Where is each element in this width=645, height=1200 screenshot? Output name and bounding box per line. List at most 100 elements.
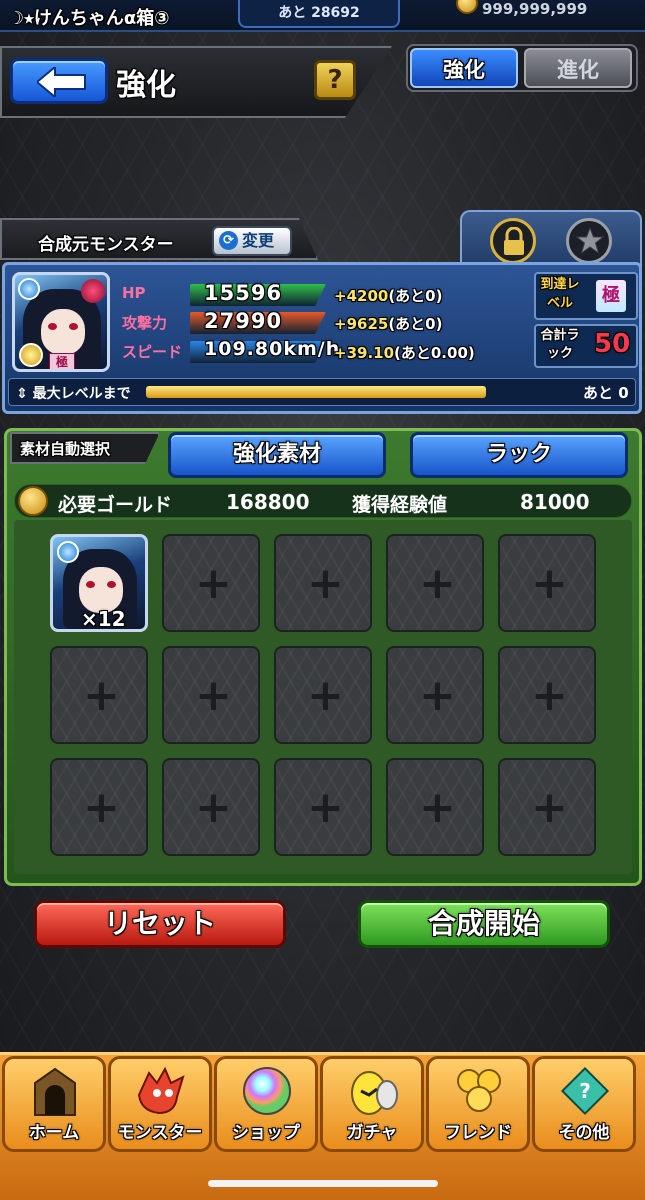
- auto-select-material-button[interactable]: 強化素材: [168, 432, 386, 478]
- gold-required-value: 168800: [226, 490, 310, 514]
- material-slot-empty[interactable]: +: [162, 534, 260, 632]
- gold-coin-icon: [456, 0, 478, 14]
- star-icon: [576, 227, 604, 255]
- stat-bonus: +39.10(あと0.00): [334, 344, 475, 362]
- reach-level-value: 極: [596, 280, 626, 312]
- svg-text:?: ?: [579, 1079, 591, 1103]
- add-icon: +: [419, 670, 456, 721]
- material-slot-empty[interactable]: +: [498, 758, 596, 856]
- material-count: ×12: [81, 607, 126, 631]
- lock-favorite-tab: [460, 210, 642, 268]
- add-icon: +: [83, 670, 120, 721]
- reach-level-label: 到達レベル: [540, 277, 580, 311]
- gold-total: 999,999,999: [452, 0, 645, 20]
- max-level-label: ⇕ 最大レベルまで: [16, 386, 131, 402]
- home-indicator: [208, 1180, 438, 1187]
- add-icon: +: [83, 782, 120, 833]
- nav-shop[interactable]: ショップ: [214, 1056, 318, 1152]
- portrait-eye: [86, 581, 95, 588]
- water-element-icon: [18, 278, 40, 300]
- gold-total-value: 999,999,999: [482, 0, 588, 18]
- material-slot-empty[interactable]: +: [50, 646, 148, 744]
- portrait-goku-badge: 極: [49, 353, 75, 369]
- water-element-icon: [57, 541, 79, 563]
- material-slot-empty[interactable]: +: [162, 758, 260, 856]
- light-element-icon: [19, 343, 43, 367]
- material-slot-empty[interactable]: +: [386, 534, 484, 632]
- add-icon: +: [307, 782, 344, 833]
- nav-friend[interactable]: フレンド: [426, 1056, 530, 1152]
- material-slot-empty[interactable]: +: [274, 646, 372, 744]
- add-icon: +: [195, 670, 232, 721]
- luck-value: 50: [594, 329, 631, 359]
- stat-row-hp: HP 15596 +4200(あと0): [118, 281, 530, 308]
- tab-enhance[interactable]: 強化: [410, 48, 518, 88]
- add-icon: +: [195, 558, 232, 609]
- stat-value: 15596: [204, 281, 283, 305]
- page-title: 強化: [116, 68, 176, 103]
- change-button[interactable]: ⟳ 変更: [212, 226, 292, 256]
- material-slot-empty[interactable]: +: [498, 646, 596, 744]
- stat-bonus: +4200(あと0): [334, 287, 443, 305]
- rainbow-orb-icon: [243, 1067, 291, 1115]
- material-slot-empty[interactable]: +: [50, 758, 148, 856]
- back-arrow-icon: [37, 67, 86, 97]
- material-slot-empty[interactable]: +: [274, 758, 372, 856]
- gacha-egg-icon: [351, 1071, 398, 1115]
- lock-icon: [504, 227, 524, 255]
- material-slot-empty[interactable]: +: [498, 534, 596, 632]
- other-menu-icon: ?: [560, 1066, 610, 1116]
- base-monster-label: 合成元モンスター: [38, 235, 174, 255]
- auto-select-label: 素材自動選択: [20, 440, 111, 458]
- change-label: 変更: [242, 231, 275, 250]
- material-slot-empty[interactable]: +: [162, 646, 260, 744]
- nav-label: ホーム: [28, 1123, 80, 1143]
- home-gate-icon: [34, 1067, 76, 1116]
- nav-label: フレンド: [444, 1123, 512, 1143]
- nav-label: モンスター: [117, 1123, 203, 1143]
- stat-label: 攻撃力: [122, 314, 168, 332]
- player-name: ☽⭑けんちゃんα箱③: [8, 8, 170, 29]
- nav-other[interactable]: ? その他: [532, 1056, 636, 1152]
- material-slot-empty[interactable]: +: [386, 646, 484, 744]
- tab-evolve[interactable]: 進化: [524, 48, 632, 88]
- gold-required-label: 必要ゴールド: [58, 494, 173, 516]
- add-icon: +: [419, 782, 456, 833]
- add-icon: +: [307, 558, 344, 609]
- portrait-eye: [107, 581, 116, 588]
- max-level-remaining: あと 0: [583, 384, 629, 402]
- nav-monster[interactable]: モンスター: [108, 1056, 212, 1152]
- monster-dragon-icon: [137, 1066, 185, 1115]
- reset-button[interactable]: リセット: [34, 900, 286, 948]
- nav-label: その他: [558, 1123, 610, 1143]
- max-level-progress-bar: [146, 386, 486, 398]
- portrait-eye: [48, 323, 57, 330]
- portrait-face: [41, 309, 85, 355]
- material-slot-filled[interactable]: ×12: [50, 534, 148, 632]
- start-fusion-button[interactable]: 合成開始: [358, 900, 610, 948]
- add-icon: +: [195, 782, 232, 833]
- stat-value: 27990: [204, 309, 283, 333]
- auto-select-luck-button[interactable]: ラック: [410, 432, 628, 478]
- lock-button[interactable]: [490, 218, 536, 264]
- base-monster-portrait[interactable]: 極: [12, 272, 110, 372]
- nav-label: ガチャ: [346, 1123, 398, 1143]
- stat-label: HP: [122, 284, 146, 302]
- exp-remaining: あと 28692: [238, 0, 400, 28]
- help-button[interactable]: ?: [314, 60, 356, 100]
- stat-row-attack: 攻撃力 27990 +9625(あと0): [118, 309, 530, 336]
- stat-bonus: +9625(あと0): [334, 315, 443, 333]
- stat-value: 109.80km/h: [204, 338, 341, 360]
- friend-balloons-icon: [457, 1069, 501, 1112]
- add-icon: +: [307, 670, 344, 721]
- favorite-button[interactable]: [566, 218, 612, 264]
- material-slot-empty[interactable]: +: [274, 534, 372, 632]
- nav-home[interactable]: ホーム: [2, 1056, 106, 1152]
- back-button[interactable]: [10, 58, 108, 104]
- nav-gacha[interactable]: ガチャ: [320, 1056, 424, 1152]
- portrait-flower: [81, 279, 105, 303]
- add-icon: +: [531, 670, 568, 721]
- portrait-eye: [69, 323, 78, 330]
- exp-gain-value: 81000: [520, 490, 590, 514]
- material-slot-empty[interactable]: +: [386, 758, 484, 856]
